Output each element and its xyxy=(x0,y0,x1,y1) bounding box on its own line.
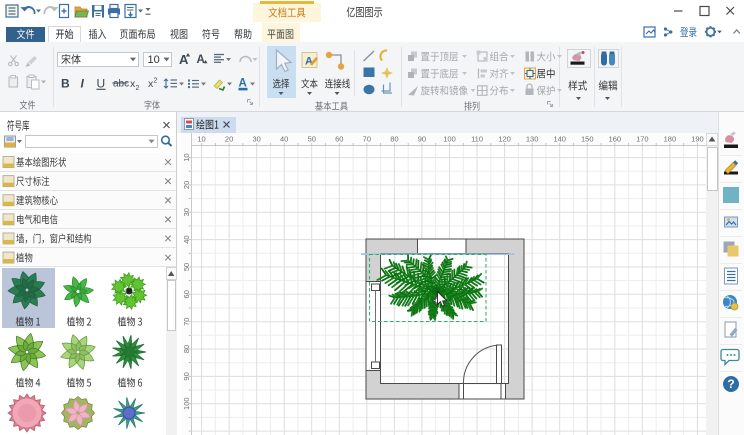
svg-text:?: ? xyxy=(727,377,734,391)
svg-text:B: B xyxy=(61,77,70,91)
svg-text:abc: abc xyxy=(113,79,129,90)
svg-text:A: A xyxy=(197,54,205,66)
svg-text:140: 140 xyxy=(553,135,566,144)
svg-text:110: 110 xyxy=(471,135,483,144)
svg-text:U: U xyxy=(97,77,106,91)
svg-text:160: 160 xyxy=(609,135,622,144)
svg-text:A: A xyxy=(239,78,247,90)
svg-text:130: 130 xyxy=(526,135,539,144)
svg-text:A: A xyxy=(305,56,313,68)
svg-text:120: 120 xyxy=(498,135,511,144)
svg-text:30: 30 xyxy=(252,135,260,144)
svg-text:10: 10 xyxy=(148,54,160,66)
svg-text:2: 2 xyxy=(136,85,140,92)
svg-text:20: 20 xyxy=(225,135,233,144)
svg-text:170: 170 xyxy=(636,135,649,144)
svg-text:10: 10 xyxy=(197,135,205,144)
svg-text:2: 2 xyxy=(154,78,158,85)
svg-text:100: 100 xyxy=(443,135,456,144)
svg-text:I: I xyxy=(81,77,85,91)
svg-text:60: 60 xyxy=(335,135,343,144)
svg-text:80: 80 xyxy=(390,135,398,144)
svg-text:40: 40 xyxy=(280,135,288,144)
svg-text:90: 90 xyxy=(418,135,426,144)
svg-text:70: 70 xyxy=(363,135,371,144)
svg-text:180: 180 xyxy=(664,135,677,144)
svg-text:50: 50 xyxy=(308,135,316,144)
svg-text:190: 190 xyxy=(691,135,704,144)
svg-text:150: 150 xyxy=(581,135,594,144)
